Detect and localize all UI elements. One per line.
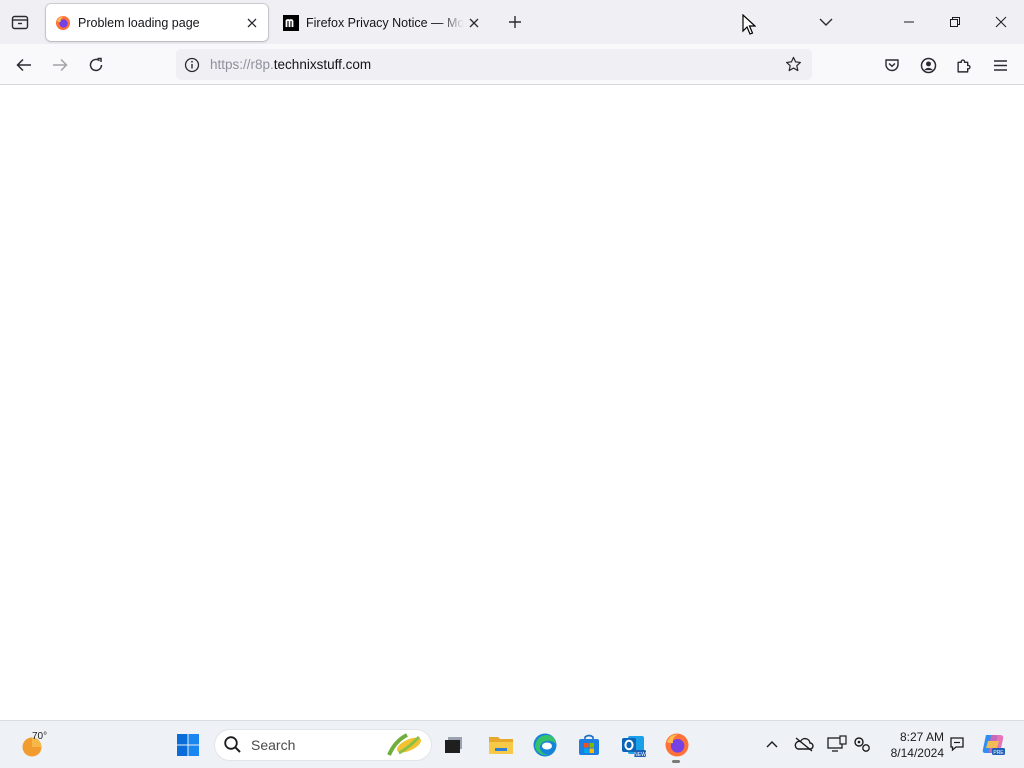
- plus-icon: [509, 16, 521, 28]
- outlook-icon: NEW: [622, 736, 646, 758]
- settings-tray-button[interactable]: [851, 733, 873, 755]
- tab-list-icon: [11, 15, 29, 30]
- site-info-button[interactable]: [178, 51, 206, 79]
- tab-strip: Problem loading page Firefox Privacy Not…: [0, 0, 1024, 44]
- forward-arrow-icon: [53, 58, 68, 72]
- svg-text:PRE: PRE: [993, 750, 1004, 756]
- clock[interactable]: 8:27 AM 8/14/2024: [878, 729, 944, 761]
- puzzle-icon: [956, 58, 971, 73]
- search-placeholder: Search: [251, 737, 296, 753]
- close-icon: [247, 18, 257, 27]
- firefox-running-indicator: [672, 760, 680, 763]
- tab-title: Problem loading page: [78, 15, 200, 30]
- outlook-button[interactable]: NEW: [617, 729, 649, 761]
- hamburger-menu-icon: [993, 59, 1007, 71]
- display-button[interactable]: [826, 733, 848, 755]
- account-button[interactable]: [913, 50, 943, 80]
- corn-search-highlight-icon: [387, 733, 422, 756]
- clock-time: 8:27 AM: [899, 730, 944, 744]
- page-content[interactable]: [0, 85, 1024, 720]
- weather-temperature: 70°: [32, 731, 48, 742]
- mouse-cursor-icon: [742, 14, 756, 35]
- onedrive-icon: [794, 737, 814, 752]
- restore-icon: [950, 17, 960, 27]
- tab-firefox-privacy-notice[interactable]: Firefox Privacy Notice — Mozilla: [274, 4, 490, 41]
- reload-icon: [89, 57, 103, 72]
- close-tab-button[interactable]: [464, 13, 484, 33]
- back-button[interactable]: [9, 50, 39, 80]
- star-icon: [785, 56, 801, 72]
- onedrive-button[interactable]: [793, 733, 815, 755]
- task-view-button[interactable]: [438, 729, 470, 761]
- app-menu-button[interactable]: [985, 50, 1015, 80]
- notification-button[interactable]: [946, 733, 968, 755]
- screen: Problem loading page Firefox Privacy Not…: [0, 0, 1024, 768]
- url-scheme: https://r8p.: [210, 57, 274, 72]
- task-view-icon: [445, 737, 462, 753]
- pocket-button[interactable]: [877, 50, 907, 80]
- file-explorer-icon: [489, 737, 513, 754]
- bookmark-button[interactable]: [779, 51, 807, 79]
- weather-widget[interactable]: 70°: [18, 730, 58, 760]
- chevron-up-icon: [766, 741, 778, 748]
- start-icon: [177, 734, 199, 756]
- back-arrow-icon: [16, 58, 31, 72]
- mozilla-m-icon: [283, 14, 299, 31]
- search-icon: [224, 736, 241, 753]
- tab-list-button[interactable]: [6, 8, 34, 36]
- close-tab-button[interactable]: [242, 13, 262, 33]
- chevron-down-icon: [819, 18, 833, 26]
- firefox-icon: [56, 15, 70, 30]
- store-button[interactable]: [573, 729, 605, 761]
- edge-icon: [533, 733, 557, 757]
- new-tab-button[interactable]: [501, 8, 529, 36]
- notification-icon: [950, 737, 964, 752]
- svg-text:NEW: NEW: [634, 752, 646, 758]
- file-explorer-button[interactable]: [485, 729, 517, 761]
- display-icon: [827, 735, 847, 752]
- minimize-icon: [904, 21, 914, 23]
- forward-button[interactable]: [45, 50, 75, 80]
- taskbar: 70° Search NEW 8:27 AM 8/14/2024 PRE: [0, 720, 1024, 768]
- start-button[interactable]: [172, 729, 204, 761]
- copilot-icon: PRE: [982, 735, 1005, 756]
- reload-button[interactable]: [81, 50, 111, 80]
- tab-title: Firefox Privacy Notice — Mozilla: [306, 15, 464, 30]
- store-icon: [579, 734, 599, 755]
- show-hidden-icons-button[interactable]: [761, 733, 783, 755]
- account-icon: [920, 57, 936, 73]
- close-window-button[interactable]: [978, 0, 1024, 44]
- settings-gears-icon: [854, 737, 870, 752]
- taskbar-search[interactable]: Search: [214, 729, 432, 761]
- url-bar[interactable]: https://r8p.technixstuff.com: [176, 49, 812, 80]
- pocket-icon: [885, 59, 899, 72]
- firefox-icon: [665, 733, 689, 757]
- url-host: technixstuff.com: [273, 57, 372, 72]
- tab-problem-loading-page[interactable]: Problem loading page: [46, 4, 268, 41]
- info-icon: [184, 57, 200, 72]
- extensions-button[interactable]: [949, 50, 979, 80]
- edge-button[interactable]: [529, 729, 561, 761]
- firefox-taskbar-button[interactable]: [661, 729, 693, 761]
- restore-button[interactable]: [932, 0, 978, 44]
- navigation-toolbar: https://r8p.technixstuff.com: [0, 44, 1024, 85]
- copilot-button[interactable]: PRE: [979, 730, 1007, 758]
- list-all-tabs-button[interactable]: [812, 8, 840, 36]
- clock-date: 8/14/2024: [890, 746, 944, 760]
- close-icon: [469, 18, 479, 27]
- url-text[interactable]: https://r8p.technixstuff.com: [210, 57, 779, 72]
- close-icon: [995, 16, 1007, 28]
- minimize-button[interactable]: [886, 0, 932, 44]
